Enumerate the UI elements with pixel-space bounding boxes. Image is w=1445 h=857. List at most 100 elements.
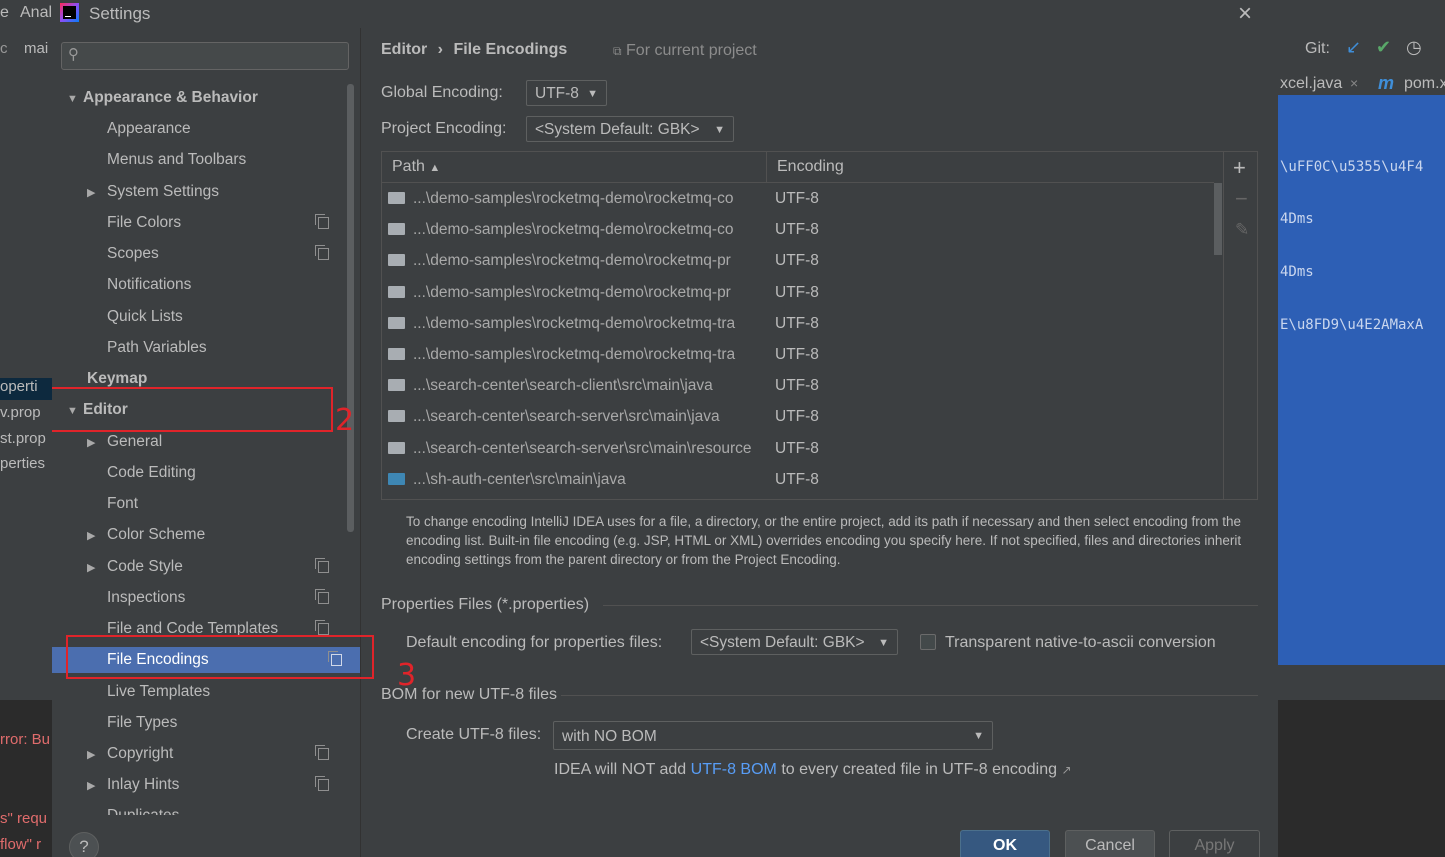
transparent-conversion-label[interactable]: Transparent native-to-ascii conversion <box>945 634 1216 652</box>
sidebar-item-color-scheme[interactable]: ▶ Color Scheme <box>87 522 205 548</box>
sidebar-item-system-settings[interactable]: ▶ System Settings <box>87 179 219 205</box>
encoding-cell[interactable]: UTF-8 <box>775 339 819 370</box>
collapsed-arrow-icon[interactable]: ▶ <box>87 523 103 549</box>
global-encoding-select[interactable]: UTF-8 ▼ <box>526 80 607 106</box>
encoding-cell[interactable]: UTF-8 <box>775 464 819 495</box>
tab-excel-java[interactable]: xcel.java <box>1280 75 1342 93</box>
collapsed-arrow-icon[interactable]: ▶ <box>87 555 103 581</box>
table-row[interactable]: ...\demo-samples\rocketmq-demo\rocketmq-… <box>382 245 1212 276</box>
code-line: 4Dms <box>1280 211 1314 227</box>
ide-console-right <box>1278 700 1445 857</box>
cancel-button[interactable]: Cancel <box>1065 830 1155 857</box>
annotation-box-editor <box>52 387 333 432</box>
sidebar-item-font[interactable]: Font <box>107 491 138 517</box>
encoding-cell[interactable]: UTF-8 <box>775 370 819 401</box>
transparent-conversion-checkbox[interactable] <box>920 634 936 650</box>
sidebar-item-appearance[interactable]: Appearance <box>107 116 191 142</box>
collapsed-arrow-icon[interactable]: ▶ <box>87 180 103 206</box>
collapsed-arrow-icon[interactable]: ▶ <box>87 742 103 768</box>
table-row[interactable]: ...\demo-samples\rocketmq-demo\rocketmq-… <box>382 214 1212 245</box>
edit-icon[interactable]: ✎ <box>1235 220 1249 240</box>
table-row[interactable]: ...\demo-samples\rocketmq-demo\rocketmq-… <box>382 183 1212 214</box>
create-utf8-select[interactable]: with NO BOM ▼ <box>553 721 993 750</box>
git-update-icon[interactable]: ↙ <box>1346 37 1361 58</box>
collapsed-arrow-icon[interactable]: ▶ <box>87 773 103 799</box>
table-body: ...\demo-samples\rocketmq-demo\rocketmq-… <box>382 183 1214 499</box>
ide-console-left: rror: Bu s" requ flow" r <box>0 700 52 857</box>
sidebar-item-duplicates[interactable]: Duplicates <box>107 803 179 815</box>
sidebar-item-code-editing[interactable]: Code Editing <box>107 460 196 486</box>
encoding-cell[interactable]: UTF-8 <box>775 245 819 276</box>
sidebar-item-file-types[interactable]: File Types <box>107 710 177 736</box>
git-commit-icon[interactable]: ✔ <box>1376 37 1391 58</box>
project-scope-icon <box>315 558 329 573</box>
menu-fragment: e <box>0 4 9 21</box>
sidebar-item-inlay-hints[interactable]: ▶ Inlay Hints <box>87 772 347 798</box>
table-scrollbar[interactable] <box>1214 183 1222 255</box>
sidebar-item-menus-toolbars[interactable]: Menus and Toolbars <box>107 147 246 173</box>
expanded-arrow-icon[interactable]: ▼ <box>67 86 83 112</box>
git-label: Git: <box>1305 40 1330 57</box>
project-file: perties <box>0 455 46 472</box>
ok-button[interactable]: OK <box>960 830 1050 857</box>
path-cell: ...\search-center\search-server\src\main… <box>413 439 752 457</box>
dialog-title-bar: Settings × <box>52 0 1278 28</box>
table-row[interactable]: ...\search-center\search-server\src\main… <box>382 433 1212 464</box>
encoding-cell[interactable]: UTF-8 <box>775 277 819 308</box>
section-divider <box>603 605 1258 606</box>
search-input[interactable]: ⚲ <box>61 42 349 70</box>
encoding-cell[interactable]: UTF-8 <box>775 183 819 214</box>
sidebar-item-quick-lists[interactable]: Quick Lists <box>107 304 183 330</box>
chevron-down-icon: ▼ <box>973 730 984 742</box>
sidebar-item-file-colors[interactable]: File Colors <box>107 210 347 236</box>
sidebar-item-path-variables[interactable]: Path Variables <box>107 335 207 361</box>
project-encoding-label: Project Encoding: <box>381 120 507 137</box>
sidebar-item-scopes[interactable]: Scopes <box>107 241 347 267</box>
encoding-cell[interactable]: UTF-8 <box>775 308 819 339</box>
encoding-cell[interactable]: UTF-8 <box>775 214 819 245</box>
sidebar-item-code-style[interactable]: ▶ Code Style <box>87 554 347 580</box>
table-row[interactable]: ...\sh-auth-center\src\main\java UTF-8 <box>382 464 1212 495</box>
folder-icon <box>388 348 405 361</box>
sidebar-item-notifications[interactable]: Notifications <box>107 272 191 298</box>
breadcrumb-parent[interactable]: Editor <box>381 41 427 58</box>
close-icon[interactable]: × <box>1238 0 1252 28</box>
search-icon: ⚲ <box>68 46 79 63</box>
table-row[interactable]: ...\search-center\search-server\src\main… <box>382 401 1212 432</box>
column-path-header[interactable]: Path ▲ <box>392 158 440 176</box>
git-history-icon[interactable]: ◷ <box>1406 37 1422 58</box>
encoding-cell[interactable]: UTF-8 <box>775 433 819 464</box>
sidebar-item-live-templates[interactable]: Live Templates <box>107 679 210 705</box>
tab-pom[interactable]: pom.x <box>1404 75 1445 93</box>
table-row[interactable]: ...\demo-samples\rocketmq-demo\rocketmq-… <box>382 277 1212 308</box>
close-icon[interactable]: × <box>1350 75 1358 91</box>
table-row[interactable]: ...\search-center\search-client\src\main… <box>382 370 1212 401</box>
default-properties-encoding-select[interactable]: <System Default: GBK> ▼ <box>691 629 898 655</box>
dialog-title: Settings <box>89 4 151 23</box>
path-cell: ...\search-center\search-server\src\main… <box>413 408 720 426</box>
editor-selection-area[interactable]: \uFF0C\u5355\u4F4 4Dms 4Dms E\u8FD9\u4E2… <box>1278 95 1445 665</box>
folder-icon <box>388 223 405 236</box>
collapsed-arrow-icon[interactable]: ▶ <box>87 430 103 456</box>
chevron-down-icon: ▼ <box>878 637 889 649</box>
table-row[interactable]: ...\demo-samples\rocketmq-demo\rocketmq-… <box>382 308 1212 339</box>
create-utf8-label: Create UTF-8 files: <box>406 726 542 743</box>
apply-button[interactable]: Apply <box>1169 830 1260 857</box>
add-icon[interactable]: + <box>1233 155 1246 181</box>
sidebar-item-inspections[interactable]: Inspections <box>107 585 347 611</box>
encoding-cell[interactable]: UTF-8 <box>775 401 819 432</box>
column-encoding-header[interactable]: Encoding <box>777 158 844 176</box>
remove-icon[interactable]: − <box>1235 186 1248 212</box>
annotation-box-file-encodings <box>66 635 374 679</box>
sidebar-item-copyright[interactable]: ▶ Copyright <box>87 741 347 767</box>
table-row[interactable]: ...\demo-samples\rocketmq-demo\rocketmq-… <box>382 339 1212 370</box>
sidebar-item-appearance-behavior[interactable]: ▼ Appearance & Behavior <box>67 85 258 111</box>
project-encoding-select[interactable]: <System Default: GBK> ▼ <box>526 116 734 142</box>
sidebar-scrollbar[interactable] <box>347 84 354 532</box>
help-button[interactable]: ? <box>69 832 99 857</box>
sidebar-item-general[interactable]: ▶ General <box>87 429 162 455</box>
table-scrollbar-track <box>1214 183 1222 499</box>
default-properties-encoding-label: Default encoding for properties files: <box>406 634 663 651</box>
utf8-bom-link[interactable]: UTF-8 BOM <box>691 761 777 778</box>
path-cell: ...\sh-auth-center\src\main\java <box>413 470 626 488</box>
